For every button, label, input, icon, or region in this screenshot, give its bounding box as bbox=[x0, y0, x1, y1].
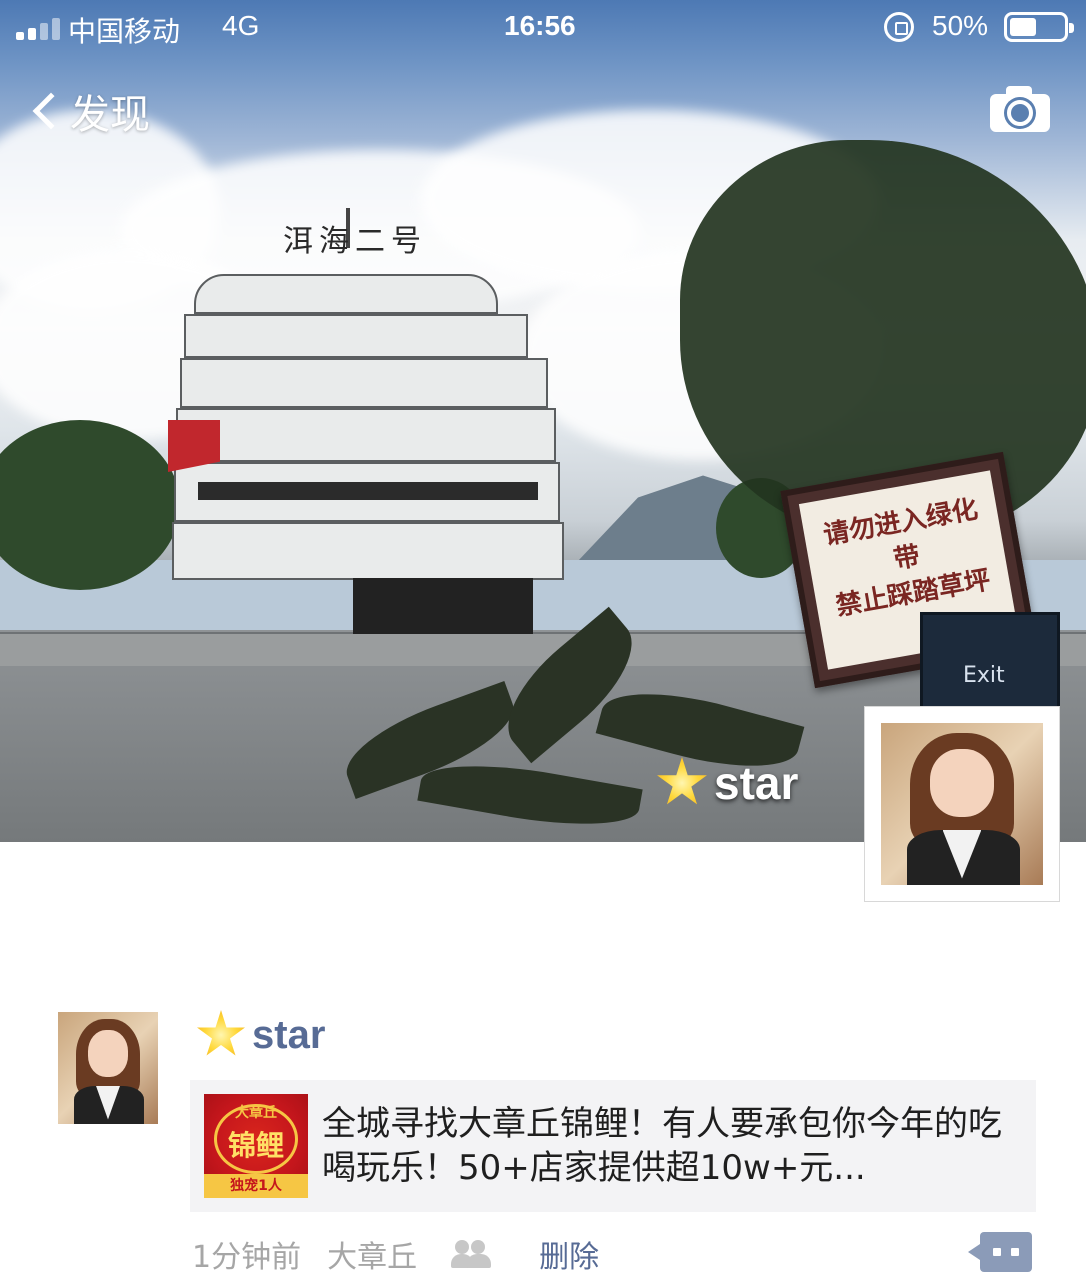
post-user-name-text: star bbox=[252, 1012, 326, 1057]
back-label: 发现 bbox=[70, 92, 150, 138]
status-bar: 中国移动 4G 16:56 50% bbox=[0, 0, 1086, 56]
ship-deck bbox=[184, 314, 528, 358]
delete-button[interactable]: 删除 bbox=[539, 1232, 599, 1276]
post-meta: 1分钟前 大章丘 删除 bbox=[192, 1232, 599, 1276]
camera-icon[interactable] bbox=[990, 86, 1050, 132]
ship-name: 洱海二号 bbox=[283, 224, 427, 259]
back-button[interactable]: 发现 bbox=[24, 82, 150, 140]
thumbnail-footer-text: 独宠1人 bbox=[204, 1174, 308, 1198]
thumbnail-main-text: 锦鲤 bbox=[227, 1129, 284, 1162]
avatar-photo bbox=[881, 723, 1043, 885]
ship-deck bbox=[194, 274, 498, 314]
post-user-name[interactable]: star bbox=[196, 1010, 325, 1060]
visibility-icon[interactable] bbox=[451, 1240, 493, 1268]
star-icon bbox=[657, 757, 707, 805]
ferry-ship: 洱海二号 bbox=[168, 208, 568, 634]
battery-percent: 50% bbox=[932, 10, 989, 41]
shared-link-card[interactable]: 大章丘 锦鲤 独宠1人 全城寻找大章丘锦鲤！有人要承包你今年的吃喝玩乐！50+店… bbox=[190, 1080, 1036, 1212]
profile-avatar[interactable] bbox=[864, 706, 1060, 902]
ship-banner bbox=[198, 482, 538, 500]
clock: 16:56 bbox=[504, 10, 576, 41]
exit-sign: Exit bbox=[920, 612, 1060, 712]
ship-hull bbox=[353, 578, 533, 634]
post-location[interactable]: 大章丘 bbox=[327, 1232, 417, 1276]
comment-icon[interactable] bbox=[968, 1232, 1032, 1272]
star-icon bbox=[197, 1010, 245, 1056]
leaf bbox=[417, 751, 643, 839]
ship-deck bbox=[176, 408, 556, 462]
thumbnail-top-text: 大章丘 bbox=[235, 1105, 277, 1121]
chevron-left-icon bbox=[32, 92, 70, 130]
link-title: 全城寻找大章丘锦鲤！有人要承包你今年的吃喝玩乐！50+店家提供超10w+元... bbox=[322, 1104, 1002, 1188]
post-time: 1分钟前 bbox=[192, 1240, 302, 1275]
signal-icon bbox=[16, 18, 62, 40]
avatar-photo bbox=[58, 1012, 158, 1124]
network-type: 4G bbox=[222, 10, 260, 41]
cover-user-name[interactable]: star bbox=[656, 756, 798, 810]
carrier-name: 中国移动 bbox=[68, 16, 181, 47]
link-thumbnail: 大章丘 锦鲤 独宠1人 bbox=[204, 1094, 308, 1198]
plant bbox=[335, 606, 860, 840]
battery-icon bbox=[1004, 12, 1074, 42]
ship-deck bbox=[172, 522, 564, 580]
post-avatar[interactable] bbox=[58, 1012, 158, 1124]
ship-deck bbox=[180, 358, 548, 408]
battery-fill bbox=[1010, 18, 1036, 36]
rotation-lock-icon bbox=[884, 12, 914, 42]
cover-user-name-text: star bbox=[714, 757, 799, 809]
